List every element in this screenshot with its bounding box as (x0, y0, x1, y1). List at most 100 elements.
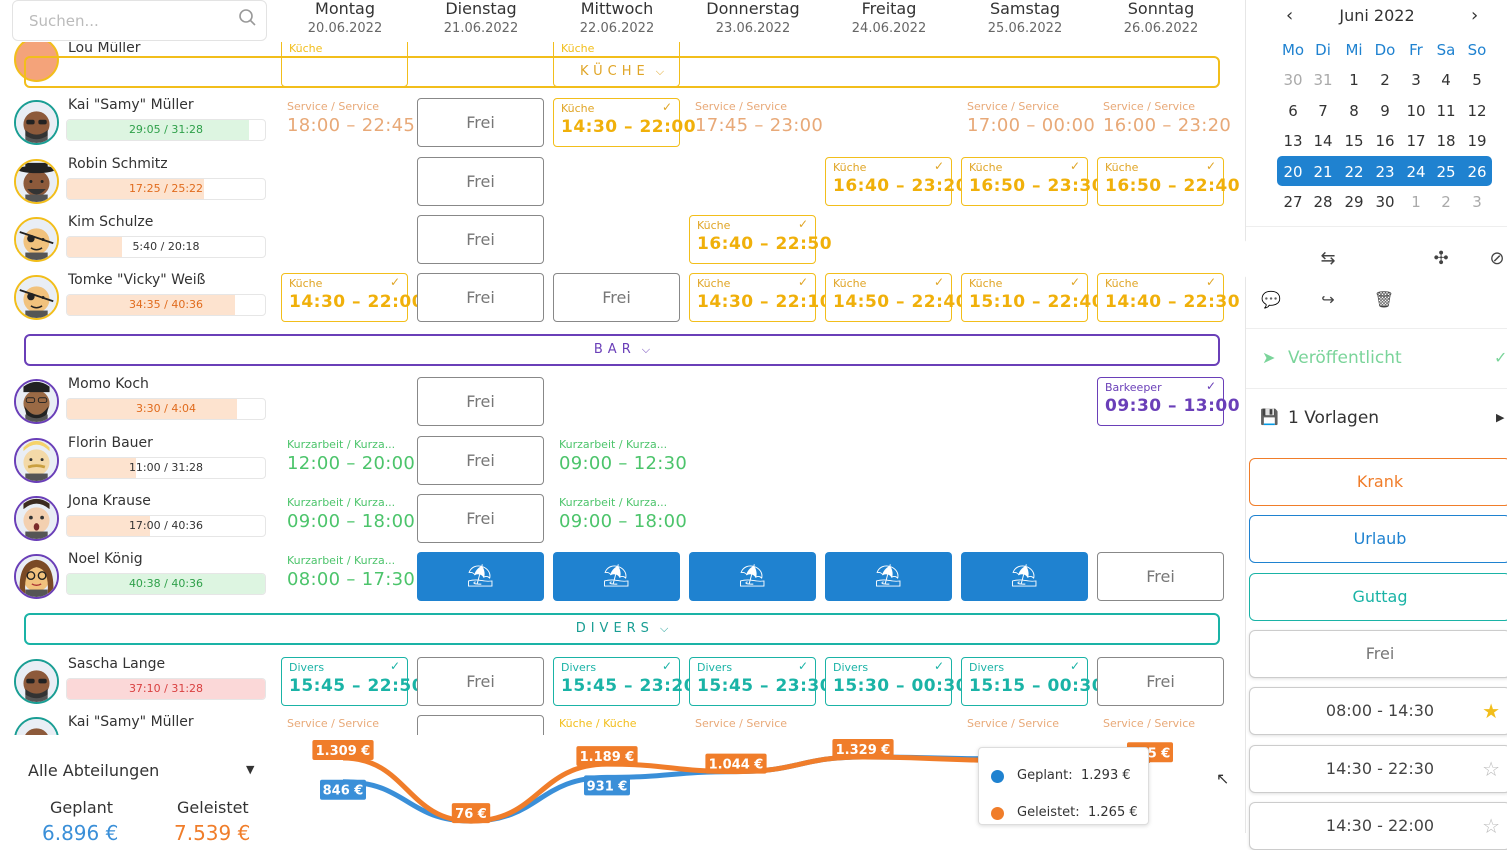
star-icon[interactable]: ★ (1482, 688, 1500, 734)
shift-card[interactable]: Küche 14:30 – 22:00 ✓ (281, 273, 424, 322)
status-button-1[interactable]: Urlaub (1249, 515, 1507, 564)
status-button-0[interactable]: Krank (1249, 458, 1507, 506)
status-button-6[interactable]: 14:30 - 22:00 ☆ (1249, 801, 1507, 850)
shift-card[interactable]: Küche 14:50 – 22:40 ✓ (825, 273, 968, 322)
calendar-day[interactable]: 25 (1431, 157, 1461, 187)
group-header-bar[interactable]: BAR ⌵ (24, 334, 1220, 366)
employee-name[interactable]: Kai "Samy" Müller (68, 97, 194, 113)
calendar-day[interactable]: 6 (1278, 96, 1308, 126)
shift-card[interactable]: Divers 15:45 – 23:20 ✓ (553, 657, 696, 706)
calendar-day[interactable]: 22 (1339, 157, 1369, 187)
calendar-day[interactable]: 23 (1370, 157, 1400, 187)
status-button-5[interactable]: 14:30 - 22:30 ☆ (1249, 744, 1507, 793)
chart-icon[interactable]: 📈 (1244, 239, 1298, 279)
shift-card[interactable]: Küche 14:40 – 22:30 ✓ (1097, 273, 1240, 322)
copy-icon[interactable]: ❐ (1357, 239, 1411, 279)
publish-status[interactable]: Veröffentlicht (1288, 348, 1402, 368)
employee-name[interactable]: Sascha Lange (68, 656, 165, 672)
calendar-day[interactable]: 30 (1278, 65, 1308, 95)
vacation-cell[interactable]: ⛱ (961, 552, 1088, 601)
calendar-day[interactable]: 11 (1431, 96, 1461, 126)
share-icon[interactable]: ↪ (1301, 280, 1355, 320)
calendar-day[interactable]: 21 (1308, 157, 1338, 187)
vacation-cell[interactable]: ⛱ (553, 552, 680, 601)
frei-cell[interactable]: Frei (417, 157, 544, 206)
calendar-day[interactable]: 28 (1308, 187, 1338, 217)
shift-card[interactable]: Küche 14:30 – 22:00 ✓ (553, 98, 696, 147)
planned-shift[interactable]: Kurzarbeit / Kurza... 09:00 – 12:30 (553, 436, 687, 485)
calendar-day[interactable]: 20 (1278, 157, 1308, 187)
employee-name[interactable]: Robin Schmitz (68, 156, 168, 172)
frei-cell[interactable]: Frei (417, 98, 544, 147)
planned-shift[interactable]: Küche / Küche (553, 715, 680, 735)
frei-cell[interactable]: Frei (417, 273, 544, 322)
status-button-2[interactable]: Guttag (1249, 572, 1507, 621)
comment-icon[interactable]: 💬 (1244, 280, 1298, 320)
calendar-day[interactable]: 15 (1339, 126, 1369, 156)
shift-card[interactable]: Küche 16:50 – 23:30 ✓ (961, 157, 1104, 206)
shift-card[interactable]: Küche 16:40 – 22:50 ✓ (689, 215, 832, 264)
planned-shift[interactable]: Service / Service 17:00 – 00:00 (961, 98, 1095, 147)
calendar-day[interactable]: 1 (1401, 187, 1431, 217)
frei-cell[interactable]: Frei (417, 215, 544, 264)
calendar-day[interactable]: 30 (1370, 187, 1400, 217)
user-off-icon[interactable]: ⊘ (1470, 239, 1507, 279)
planned-shift[interactable]: Service / Service 16:00 – 23:20 (1097, 98, 1231, 147)
frei-cell[interactable]: Frei (417, 436, 544, 485)
vacation-cell[interactable]: ⛱ (689, 552, 816, 601)
calendar-day[interactable]: 16 (1370, 126, 1400, 156)
next-month-icon[interactable]: › (1471, 5, 1478, 26)
star-icon[interactable]: ☆ (1482, 746, 1500, 792)
planned-shift[interactable]: Kurzarbeit / Kurza... 08:00 – 17:30 (281, 552, 415, 601)
calendar-day[interactable]: 8 (1339, 96, 1369, 126)
calendar-day[interactable]: 14 (1308, 126, 1338, 156)
calendar-day[interactable]: 7 (1308, 96, 1338, 126)
employee-name[interactable]: Noel König (68, 551, 143, 567)
compress-icon[interactable]: ✣ (1414, 239, 1468, 279)
shift-card[interactable]: Küche 16:40 – 23:20 ✓ (825, 157, 968, 206)
calendar-day[interactable]: 31 (1308, 65, 1338, 95)
status-button-4[interactable]: 08:00 - 14:30 ★ (1249, 687, 1507, 736)
planned-shift[interactable]: Service / Service (1097, 715, 1224, 735)
star-icon[interactable]: ☆ (1482, 803, 1500, 849)
employee-name[interactable]: Tomke "Vicky" Weiß (68, 272, 205, 288)
calendar-day[interactable]: 4 (1431, 65, 1461, 95)
calendar-day[interactable]: 3 (1462, 187, 1492, 217)
trash-icon[interactable]: 🗑 (1357, 280, 1411, 320)
calendar-day[interactable]: 17 (1401, 126, 1431, 156)
planned-shift[interactable]: Service / Service 17:45 – 23:00 (689, 98, 823, 147)
calendar-day[interactable]: 5 (1462, 65, 1492, 95)
calendar-day[interactable]: 27 (1278, 187, 1308, 217)
employee-name[interactable]: Kai "Samy" Müller (68, 714, 194, 730)
employee-name[interactable]: Florin Bauer (68, 435, 153, 451)
frei-cell[interactable]: Frei (1097, 552, 1224, 601)
shift-card[interactable]: Barkeeper 09:30 – 13:00 ✓ (1097, 377, 1240, 426)
group-header-divers[interactable]: DIVERS ⌵ (24, 613, 1220, 645)
calendar-day[interactable]: 13 (1278, 126, 1308, 156)
dropdown-arrow-icon[interactable]: ▼ (246, 763, 254, 776)
frei-cell[interactable]: Frei (417, 377, 544, 426)
frei-cell[interactable]: Frei (417, 657, 544, 706)
planned-shift[interactable]: Kurzarbeit / Kurza... 09:00 – 18:00 (553, 494, 687, 543)
frei-cell[interactable]: Frei (417, 494, 544, 543)
shift-card[interactable]: Küche 14:30 – 22:10 ✓ (689, 273, 832, 322)
planned-shift[interactable]: Service / Service 18:00 – 22:45 (281, 98, 415, 147)
shift-card[interactable]: Küche 16:50 – 22:40 ✓ (1097, 157, 1240, 206)
calendar-day[interactable]: 2 (1431, 187, 1461, 217)
frei-cell[interactable]: Frei (1097, 657, 1224, 706)
search-input[interactable] (12, 0, 267, 41)
calendar-day[interactable]: 26 (1462, 157, 1492, 187)
calendar-day[interactable]: 10 (1401, 96, 1431, 126)
shift-card[interactable]: Divers 15:30 – 00:30 ✓ (825, 657, 968, 706)
planned-shift[interactable]: Service / Service (689, 715, 816, 735)
frei-cell[interactable] (417, 715, 544, 735)
planned-shift[interactable]: Service / Service (961, 715, 1088, 735)
toggle-icon[interactable]: ⇆ (1301, 239, 1355, 279)
expand-arrow-icon[interactable]: ▶ (1496, 411, 1504, 424)
employee-name[interactable]: Momo Koch (68, 376, 149, 392)
frei-cell[interactable]: Frei (553, 273, 680, 322)
calendar-day[interactable]: 2 (1370, 65, 1400, 95)
planned-shift[interactable]: Service / Service (281, 715, 408, 735)
status-button-3[interactable]: Frei (1249, 629, 1507, 678)
vacation-cell[interactable]: ⛱ (417, 552, 544, 601)
